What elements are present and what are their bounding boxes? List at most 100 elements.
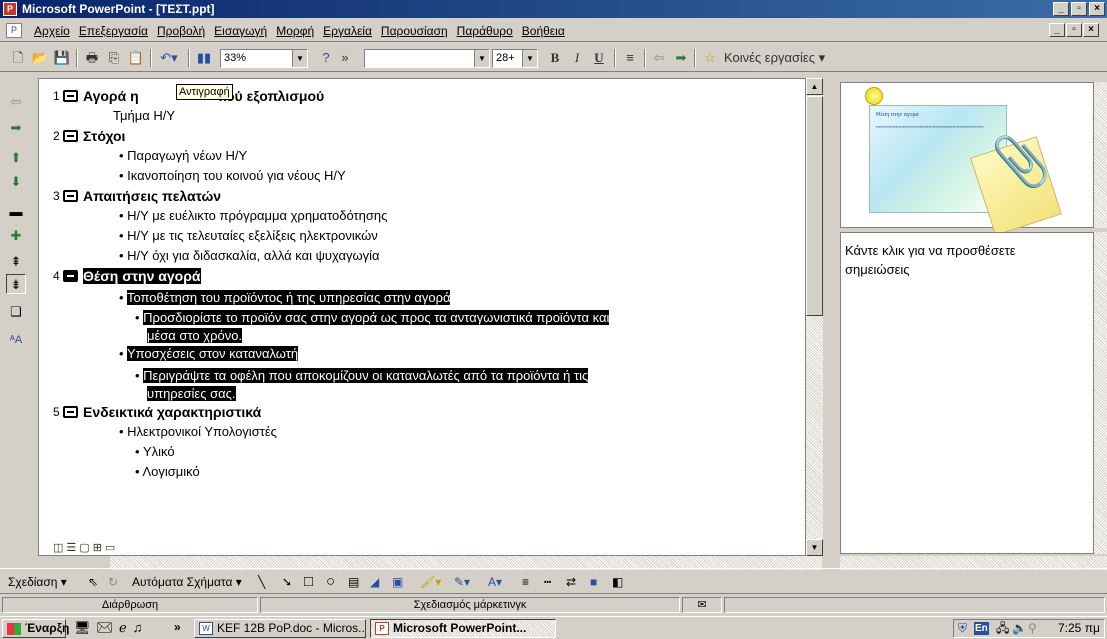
- oval-icon[interactable]: ○: [326, 572, 335, 592]
- summary-slide-icon[interactable]: ❏: [6, 302, 26, 322]
- slide-icon[interactable]: [63, 406, 78, 418]
- copy-icon[interactable]: ⎘: [104, 48, 124, 68]
- task-powerpoint[interactable]: P Microsoft PowerPoint...: [370, 619, 556, 638]
- open-icon[interactable]: 📂: [30, 48, 50, 68]
- bullet-selected[interactable]: • Τοποθέτηση του προϊόντος ή της υπηρεσί…: [119, 289, 451, 307]
- doc-close-button[interactable]: ×: [1083, 23, 1099, 37]
- slide-title-selected[interactable]: Θέση στην αγορά: [63, 267, 201, 285]
- powerpoint-app-icon[interactable]: P: [3, 2, 17, 16]
- bullet[interactable]: • Η/Υ με τις τελευταίες εξελίξεις ηλεκτρ…: [119, 227, 378, 245]
- menu-tools[interactable]: Εργαλεία: [323, 24, 372, 38]
- sub-bullet-selected[interactable]: • Προσδιορίστε το προϊόν σας στην αγορά …: [135, 309, 610, 327]
- font-color-icon[interactable]: A▾: [488, 572, 502, 592]
- notes-placeholder[interactable]: Κάντε κλικ για να προσθέσετε σημειώσεις: [845, 241, 1073, 279]
- lightbulb-icon[interactable]: [865, 87, 883, 105]
- antivirus-icon[interactable]: ⛨: [958, 620, 967, 637]
- notes-scrollbar[interactable]: [1094, 232, 1107, 554]
- slide-icon[interactable]: [63, 130, 78, 142]
- italic-button[interactable]: I: [568, 48, 586, 68]
- bullet[interactable]: • Ικανοποίηση του κοινού για νέους Η/Υ: [119, 167, 346, 185]
- slide-preview-pane[interactable]: Θέση στην αγορά ▪▪▪▪▪▪▪▪▪▪▪▪▪▪▪▪▪▪▪▪▪▪▪▪…: [840, 82, 1094, 236]
- bullet[interactable]: • Παραγωγή νέων Η/Υ: [119, 147, 247, 165]
- bold-button[interactable]: B: [546, 48, 564, 68]
- minimize-button[interactable]: _: [1053, 2, 1069, 16]
- sub-bullet-cont[interactable]: μέσα στο χρόνο.: [147, 327, 243, 345]
- slide-title[interactable]: Απαιτήσεις πελατών: [63, 187, 221, 205]
- menu-insert[interactable]: Εισαγωγή: [214, 24, 267, 38]
- print-icon[interactable]: 🖶: [82, 48, 102, 68]
- bullet[interactable]: • Η/Υ με ευέλικτο πρόγραμμα χρηματοδότησ…: [119, 207, 387, 225]
- scroll-up-icon[interactable]: ▲: [806, 78, 823, 95]
- textbox-icon[interactable]: ▤: [348, 572, 359, 592]
- more-buttons-icon[interactable]: »: [338, 48, 352, 68]
- font-select[interactable]: ▼: [364, 49, 490, 68]
- sub-bullet[interactable]: • Υλικό: [135, 443, 175, 461]
- paste-icon[interactable]: 📋: [126, 48, 146, 68]
- outline-pane[interactable]: 1 Αγορά η κού εξοπλισμού Τμήμα Η/Υ 2 Στόχ…: [38, 78, 806, 556]
- menu-slideshow[interactable]: Παρουσίαση: [381, 24, 448, 38]
- font-size-select[interactable]: 28+ ▼: [492, 49, 538, 68]
- arrow-icon[interactable]: ➘: [282, 572, 292, 592]
- outlook-icon[interactable]: ✉: [97, 620, 120, 635]
- undo-icon[interactable]: ↶▾: [156, 48, 182, 68]
- network-icon[interactable]: 🖧: [996, 620, 1009, 637]
- bullet-selected[interactable]: • Υποσχέσεις στον καταναλωτή: [119, 345, 299, 363]
- notes-pane[interactable]: Κάντε κλικ για να προσθέσετε σημειώσεις: [840, 232, 1094, 554]
- office-assistant-clippy-icon[interactable]: 📎: [991, 139, 1051, 187]
- slide-icon[interactable]: [63, 190, 78, 202]
- 3d-icon[interactable]: ◧: [612, 572, 623, 592]
- move-up-icon[interactable]: ⬆: [6, 148, 26, 168]
- fill-color-icon[interactable]: 🖌▾: [420, 572, 441, 592]
- outline-scrollbar[interactable]: ▲ ▼: [806, 78, 823, 556]
- slide-title[interactable]: Στόχοι: [63, 127, 125, 145]
- clipart-icon[interactable]: ▣: [392, 572, 403, 592]
- arrow-right-icon[interactable]: ➡: [672, 48, 690, 68]
- sub-bullet[interactable]: • Λογισμικό: [135, 463, 200, 481]
- chevron-down-icon[interactable]: ▼: [474, 50, 489, 67]
- line-icon[interactable]: ╲: [258, 572, 265, 592]
- slide-icon[interactable]: [63, 90, 78, 102]
- zoom-select[interactable]: 33% ▼: [220, 49, 308, 68]
- tray-misc-icon[interactable]: ⚲: [1028, 620, 1037, 637]
- arrow-left-icon[interactable]: ⇦: [650, 48, 668, 68]
- close-button[interactable]: ×: [1089, 2, 1105, 16]
- scroll-thumb[interactable]: [806, 96, 823, 316]
- normal-view-icon[interactable]: ◫: [53, 542, 66, 554]
- show-formatting-icon[interactable]: ᴬA: [6, 330, 26, 350]
- promote-icon[interactable]: ⇦: [6, 92, 26, 112]
- save-icon[interactable]: 💾: [52, 48, 72, 68]
- volume-icon[interactable]: 🔈: [1012, 620, 1027, 637]
- sub-bullet-selected[interactable]: • Περιγράψτε τα οφέλη που αποκομίζουν οι…: [135, 367, 589, 385]
- wordart-icon[interactable]: ◢: [370, 572, 379, 592]
- desktop-icon[interactable]: 🖥: [74, 620, 97, 635]
- tasks-icon[interactable]: ☆: [700, 48, 720, 68]
- doc-restore-button[interactable]: ▫: [1066, 23, 1082, 37]
- collapse-icon[interactable]: ▬: [6, 202, 26, 222]
- bullet[interactable]: • Ηλεκτρονικοί Υπολογιστές: [119, 423, 277, 441]
- chevron-down-icon[interactable]: ▼: [522, 50, 537, 67]
- common-tasks-button[interactable]: Κοινές εργασίες ▾: [724, 48, 844, 68]
- collapse-all-icon[interactable]: ⇞: [6, 252, 26, 272]
- expand-all-icon[interactable]: ⇟: [6, 274, 26, 294]
- rotate-icon[interactable]: ↻: [108, 572, 118, 592]
- quick-launch-more[interactable]: »: [174, 620, 181, 634]
- help-icon[interactable]: ?: [316, 48, 336, 68]
- bullet[interactable]: • Η/Υ όχι για διδασκαλία, αλλά και ψυχαγ…: [119, 247, 380, 265]
- autoshapes-button[interactable]: Αυτόματα Σχήματα ▾: [132, 572, 242, 592]
- media-icon[interactable]: ♫: [133, 620, 149, 635]
- slide-title[interactable]: Ενδεικτικά χαρακτηριστικά: [63, 403, 261, 421]
- menu-help[interactable]: Βοήθεια: [522, 24, 565, 38]
- chart-icon[interactable]: ▮▮: [194, 48, 214, 68]
- select-pointer-icon[interactable]: ⇖: [88, 572, 98, 592]
- dash-style-icon[interactable]: ┅: [544, 572, 551, 592]
- line-color-icon[interactable]: ✎▾: [454, 572, 470, 592]
- new-icon[interactable]: 🗋: [8, 48, 28, 68]
- move-down-icon[interactable]: ⬇: [6, 172, 26, 192]
- expand-icon[interactable]: ✚: [6, 226, 26, 246]
- menu-edit[interactable]: Επεξεργασία: [79, 24, 148, 38]
- menu-view[interactable]: Προβολή: [157, 24, 205, 38]
- document-icon[interactable]: P: [6, 23, 22, 38]
- underline-button[interactable]: U: [590, 48, 608, 68]
- slide-subtitle[interactable]: Τμήμα Η/Υ: [113, 107, 175, 125]
- slide-icon[interactable]: [63, 270, 78, 282]
